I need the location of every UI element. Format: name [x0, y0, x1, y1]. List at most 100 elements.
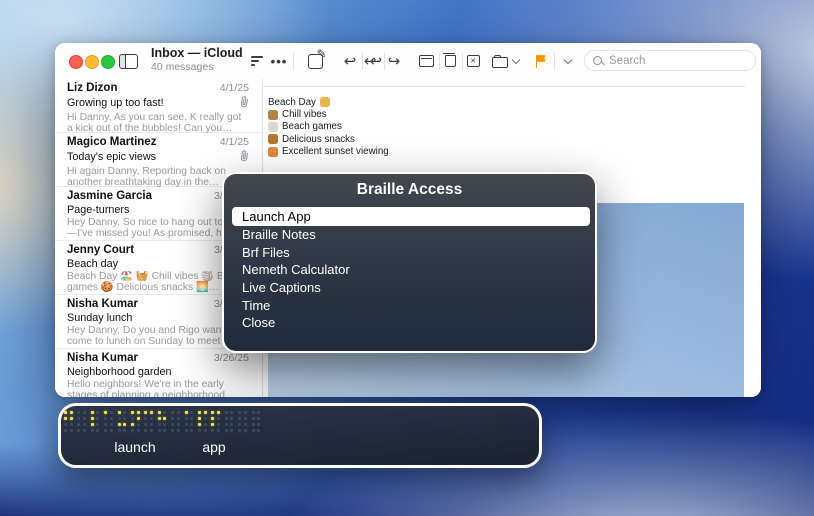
braille-dot-flat	[150, 423, 153, 426]
window-title-block: Inbox — iCloud 40 messages	[151, 47, 243, 73]
search-icon	[593, 56, 602, 65]
braille-dot-raised	[123, 423, 126, 426]
reply-all-icon: ↩↩	[364, 54, 382, 69]
folder-icon	[492, 57, 508, 68]
braille-dot-raised	[104, 411, 107, 414]
braille-dot-flat	[131, 429, 134, 432]
braille-dot-flat	[238, 429, 241, 432]
toggle-sidebar-button[interactable]	[116, 51, 140, 71]
beach-emoji-icon: 🏖️	[320, 97, 330, 107]
braille-dot-flat	[83, 411, 86, 414]
braille-dot-flat	[198, 429, 201, 432]
close-window-button[interactable]	[69, 55, 83, 69]
message-subject-text: Sunday lunch	[67, 312, 132, 324]
braille-cell	[77, 411, 87, 433]
braille-dot-raised	[70, 411, 73, 414]
sender-name: Nisha Kumar	[67, 352, 138, 364]
message-count: 40 messages	[151, 62, 243, 74]
braille-dot-flat	[257, 429, 260, 432]
junk-icon: ✕	[467, 55, 480, 67]
braille-dot-flat	[137, 423, 140, 426]
compose-icon	[308, 54, 323, 69]
braille-dot-flat	[230, 411, 233, 414]
braille-dot-flat	[171, 429, 174, 432]
message-header: Nisha Kumar 3/26/25	[67, 352, 249, 364]
braille-dot-flat	[96, 411, 99, 414]
braille-dot-flat	[150, 417, 153, 420]
braille-dot-flat	[177, 417, 180, 420]
junk-button[interactable]: ✕	[460, 48, 486, 74]
toolbar-divider	[293, 53, 294, 70]
braille-dot-flat	[244, 417, 247, 420]
sender-name: Liz Dizon	[67, 82, 117, 94]
braille-dot-flat	[70, 429, 73, 432]
paperclip-icon	[240, 150, 249, 165]
braille-cell	[171, 411, 181, 433]
braille-cell	[252, 411, 262, 433]
search-input[interactable]	[607, 54, 747, 68]
braille-dot-flat	[77, 411, 80, 414]
braille-word-label: launch	[114, 439, 155, 455]
message-row[interactable]: Nisha Kumar3/26/25Neighborhood gardenHel…	[55, 349, 262, 397]
menu-item-time[interactable]: Time	[232, 296, 590, 314]
braille-dot-flat	[83, 423, 86, 426]
menu-item-launch-app[interactable]: Launch App	[232, 207, 590, 226]
archive-icon	[419, 55, 434, 67]
flag-options-button[interactable]	[555, 48, 581, 74]
menu-item-close[interactable]: Close	[232, 314, 590, 332]
move-to-folder-button[interactable]	[488, 48, 522, 74]
braille-dot-flat	[96, 417, 99, 420]
emoji-icon: 🏐	[268, 122, 278, 132]
message-date: 3/26/25	[214, 352, 249, 364]
message-subject: Today's epic views	[67, 150, 249, 165]
braille-dot-flat	[118, 429, 121, 432]
braille-dot-raised	[158, 417, 161, 420]
email-item-text: Delicious snacks	[282, 134, 355, 145]
braille-dot-flat	[131, 417, 134, 420]
braille-access-title: Braille Access	[224, 181, 595, 199]
message-date: 4/1/25	[220, 136, 249, 148]
braille-dot-flat	[123, 417, 126, 420]
braille-dot-flat	[150, 429, 153, 432]
braille-dot-flat	[185, 423, 188, 426]
braille-dot-flat	[144, 417, 147, 420]
braille-dot-flat	[257, 411, 260, 414]
trash-icon	[445, 55, 456, 67]
braille-dot-raised	[118, 423, 121, 426]
message-row[interactable]: Liz Dizon4/1/25Growing up too fast!Hi Da…	[55, 79, 262, 133]
braille-dot-flat	[204, 417, 207, 420]
braille-dot-raised	[211, 417, 214, 420]
message-preview: Hi Danny, As you can see, K really got a…	[67, 112, 249, 135]
sender-name: Jasmine Garcia	[67, 190, 152, 202]
braille-dot-raised	[137, 411, 140, 414]
braille-dot-flat	[190, 423, 193, 426]
braille-dot-flat	[257, 417, 260, 420]
zoom-window-button[interactable]	[101, 55, 115, 69]
minimize-window-button[interactable]	[85, 55, 99, 69]
braille-dot-raised	[64, 417, 67, 420]
email-list-item: 🏐Beach games	[268, 121, 389, 133]
menu-item-nemeth-calculator[interactable]: Nemeth Calculator	[232, 261, 590, 279]
braille-dot-raised	[150, 411, 153, 414]
braille-dot-flat	[185, 417, 188, 420]
archive-button[interactable]	[413, 48, 439, 74]
menu-item-live-captions[interactable]: Live Captions	[232, 279, 590, 297]
flag-button[interactable]	[528, 48, 554, 74]
braille-dot-raised	[131, 423, 134, 426]
braille-dot-raised	[144, 411, 147, 414]
chevron-down-icon	[511, 56, 519, 64]
braille-dot-flat	[171, 417, 174, 420]
braille-dot-raised	[204, 411, 207, 414]
message-subject-text: Growing up too fast!	[67, 97, 164, 109]
search-field[interactable]	[584, 50, 756, 71]
braille-dot-flat	[185, 429, 188, 432]
braille-dot-flat	[217, 429, 220, 432]
compose-button[interactable]	[302, 48, 328, 74]
menu-item-braille-notes[interactable]: Braille Notes	[232, 226, 590, 244]
sender-name: Magico Martinez	[67, 136, 156, 148]
braille-cell	[211, 411, 221, 433]
menu-item-brf-files[interactable]: Brf Files	[232, 244, 590, 262]
forward-button[interactable]: ↪	[381, 48, 407, 74]
braille-dot-flat	[163, 429, 166, 432]
more-button[interactable]: •••	[266, 48, 292, 74]
